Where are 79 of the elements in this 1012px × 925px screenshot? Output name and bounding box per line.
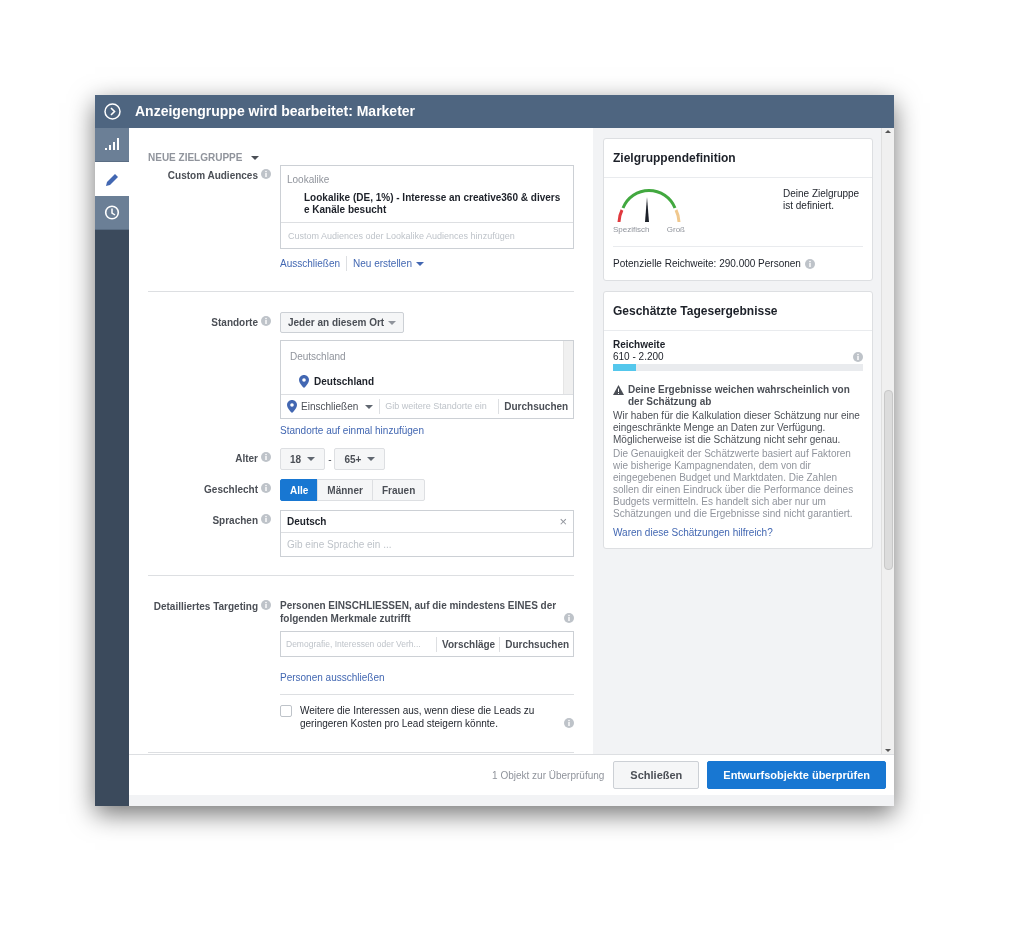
field-label: Standorte (211, 316, 258, 330)
location-pin-icon (287, 400, 297, 413)
age-dropdown[interactable]: 18 (280, 448, 326, 470)
gauge-label: Spezifisch (613, 224, 650, 236)
info-icon[interactable] (261, 169, 271, 179)
checkbox-label: Weitere die Interessen aus, wenn diese die Leads zu geringeren Kosten pro Lead steigern könnte. (300, 704, 536, 730)
audience-input[interactable]: Custom Audiences oder Lookalike Audiences hinzufügen (281, 222, 573, 248)
review-status: 1 Objekt zur Überprüfung (492, 768, 605, 783)
group-heading: Lookalike (286, 173, 331, 187)
include-dropdown[interactable]: Einschließen (287, 399, 381, 414)
audience-status: Deine Zielgruppe ist definiert. (783, 188, 861, 213)
audience-item[interactable]: Lookalike (DE, 1%) - Interesse an creative360 & divers e Kanäle besucht (281, 187, 573, 222)
gender-toggle[interactable]: Männer (317, 479, 373, 501)
review-button[interactable]: Entwurfsobjekte überprüfen (707, 761, 886, 789)
scrollbar-thumb[interactable] (884, 390, 893, 570)
scroll-down-icon[interactable] (885, 749, 891, 752)
field-label: Sprachen (212, 514, 258, 528)
targeting-button[interactable]: Vorschläge (436, 636, 496, 652)
field-label: Alter (235, 452, 258, 466)
link[interactable]: Standorte auf einmal hinzufügen (280, 423, 574, 438)
info-icon[interactable] (261, 452, 271, 462)
link[interactable]: Personen ausschließen (280, 670, 574, 685)
gender-toggle[interactable]: Alle (280, 479, 319, 501)
scroll-up-icon[interactable] (885, 130, 891, 133)
card-title: Geschätzte Tagesergebnisse (604, 292, 872, 331)
rail-tab[interactable] (95, 162, 129, 196)
info-icon[interactable] (853, 352, 863, 362)
warning-title: Deine Ergebnisse weichen wahrscheinlich von der Schätzung ab (628, 384, 851, 408)
language-picker[interactable]: Deutsch × Gib eine Sprache ein ... (280, 510, 574, 557)
info-icon[interactable] (564, 718, 574, 728)
group-heading: Deutschland (289, 350, 347, 364)
language-input[interactable]: Gib eine Sprache ein ... (281, 533, 573, 556)
field-label: Detailliertes Targeting (153, 600, 258, 614)
caret-icon (307, 457, 316, 461)
browse-button[interactable]: Durchsuchen (498, 399, 569, 414)
expand-icon[interactable] (103, 103, 121, 120)
gauge-label: Groß (666, 224, 685, 236)
age-separator: - (328, 452, 332, 467)
info-icon[interactable] (564, 613, 574, 623)
rail-tab[interactable] (95, 196, 129, 230)
targeting-description: Personen EINSCHLIESSEN, auf die mindestens EINES der folgenden Merkmale zutrifft (280, 599, 558, 625)
metric-value: 610 - 2.200 (613, 351, 664, 363)
targeting-button[interactable]: Durchsuchen (499, 636, 570, 652)
age-dropdown[interactable]: 65+ (334, 448, 386, 470)
pencil-icon (104, 171, 120, 187)
bar-chart-icon (104, 137, 120, 152)
caret-icon (367, 457, 376, 461)
info-icon[interactable] (261, 514, 271, 524)
location-mode-dropdown[interactable]: Jeder an diesem Ort (280, 312, 405, 333)
link[interactable]: Neu erstellen (347, 256, 424, 271)
caret-icon (365, 404, 374, 409)
audience-picker[interactable]: Lookalike Lookalike (DE, 1%) - Interesse an creative360 & divers e Kanäle besucht Custom Audiences oder Lookalike Audiences hinzufügen (280, 165, 574, 249)
location-item: Deutschland (314, 375, 374, 389)
warning-text: Wir haben für die Kalkulation dieser Schätzung nur eine eingeschränkte Menge an Daten zur Verfügung. Möglicherweise ist die Schätzung nicht sehr genau. (613, 410, 861, 446)
caret-icon (415, 261, 424, 266)
info-icon[interactable] (804, 258, 815, 269)
dropdown-caret-icon[interactable] (251, 155, 260, 160)
gender-toggle[interactable]: Frauen (371, 479, 426, 501)
info-icon[interactable] (261, 316, 271, 326)
estimate-note: Die Genauigkeit der Schätzwerte basiert auf Faktoren wie bisherige Kampagnendaten, dem von dir eingegebenen Budget und Marktdaten. Die Zahlen sollen dir einen Eindruck über die Performance deines Budgets vermitteln. Es handelt sich aber nur um Schätzungen und die Ergebnisse sind nicht garantiert. (613, 448, 855, 520)
location-pin-icon (299, 375, 309, 388)
potential-reach: Potenzielle Reichweite: 290.000 Personen (613, 257, 801, 271)
card-title: Zielgruppendefinition (604, 139, 872, 178)
checkbox[interactable] (280, 705, 292, 717)
link[interactable]: Ausschließen (280, 256, 348, 271)
caret-icon (388, 320, 397, 325)
section-header: NEUE ZIELGRUPPE (148, 151, 243, 165)
info-icon[interactable] (261, 600, 271, 610)
link[interactable]: Waren diese Schätzungen hilfreich? (613, 527, 863, 539)
language-item: Deutsch (287, 515, 327, 529)
metric-label: Reichweite (613, 339, 667, 351)
field-label: Geschlecht (204, 483, 258, 497)
rail-tab[interactable] (95, 128, 129, 162)
clock-icon (104, 205, 120, 220)
info-icon[interactable] (261, 483, 271, 493)
close-button[interactable]: Schließen (613, 761, 700, 789)
warning-icon (613, 385, 624, 395)
field-label: Custom Audiences (167, 169, 258, 183)
window-title: Anzeigengruppe wird bearbeitet: Marketer (135, 102, 416, 121)
